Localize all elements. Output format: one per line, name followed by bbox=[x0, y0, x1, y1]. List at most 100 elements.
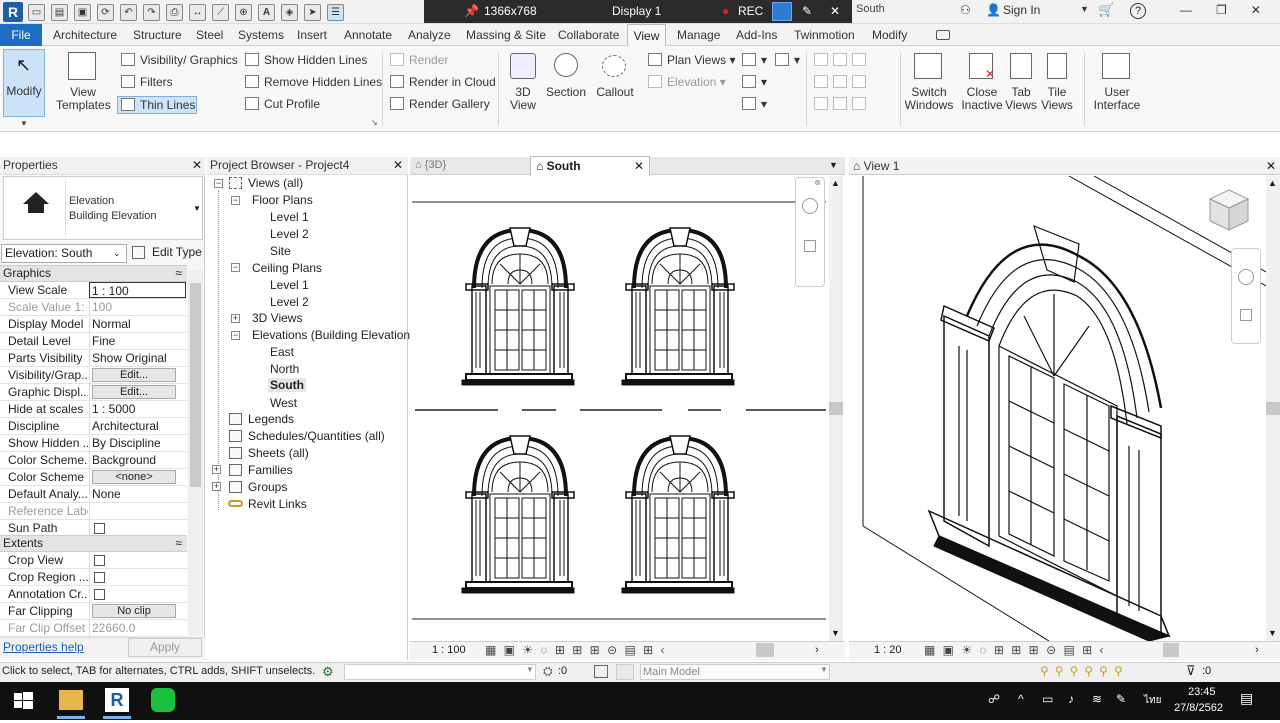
tab-modify[interactable]: Modify bbox=[872, 28, 907, 42]
property-edit-button[interactable]: Edit... bbox=[92, 385, 176, 399]
property-value[interactable]: Edit... bbox=[89, 384, 186, 400]
tab-3d[interactable]: ⌂ {3D} bbox=[415, 159, 446, 171]
tab-twinmotion[interactable]: Twinmotion bbox=[794, 28, 855, 42]
measure-icon[interactable]: ↔ bbox=[189, 3, 206, 21]
expand-families-icon[interactable]: + bbox=[212, 465, 221, 474]
binoculars-icon[interactable]: ⚇ bbox=[960, 3, 971, 17]
close-window-icon[interactable]: ✕ bbox=[1251, 3, 1261, 17]
view1-scale[interactable]: 1 : 20 bbox=[874, 644, 902, 656]
render-gallery-button[interactable]: Render Gallery bbox=[390, 97, 490, 111]
tree-sheets[interactable]: Sheets (all) bbox=[248, 446, 309, 460]
tab-architecture[interactable]: Architecture bbox=[53, 28, 117, 42]
dimension-icon[interactable]: ⟋ bbox=[212, 3, 229, 21]
tree-fp-site[interactable]: Site bbox=[270, 244, 291, 258]
restore-icon[interactable]: ❐ bbox=[1216, 3, 1227, 17]
tree-elev-south[interactable]: South bbox=[268, 378, 306, 392]
tree-floor-plans[interactable]: Floor Plans bbox=[252, 193, 313, 207]
property-value[interactable]: 1 : 100 bbox=[89, 282, 186, 298]
sign-in-link[interactable]: Sign In bbox=[1003, 3, 1040, 17]
tab-views-button[interactable]: Tab Views bbox=[1005, 86, 1037, 112]
tree-groups[interactable]: Groups bbox=[248, 480, 287, 494]
sign-in-dropdown-icon[interactable]: ▼ bbox=[1080, 4, 1089, 14]
tab-steel[interactable]: Steel bbox=[196, 28, 223, 42]
save-icon[interactable]: ▣ bbox=[74, 3, 91, 21]
cart-icon[interactable]: 🛒 bbox=[1098, 2, 1114, 18]
clock-time[interactable]: 23:45 bbox=[1188, 686, 1216, 698]
undo-icon[interactable]: ↶ bbox=[120, 3, 137, 21]
zoom-region-icon[interactable] bbox=[804, 240, 816, 252]
nav-close-icon[interactable]: ⊗ bbox=[814, 178, 821, 187]
south-hscroll-right-icon[interactable]: › bbox=[815, 644, 819, 656]
view-ref-button[interactable] bbox=[814, 97, 871, 111]
browser-close-icon[interactable]: ✕ bbox=[393, 158, 403, 172]
notification-icon[interactable]: ▤ bbox=[1240, 690, 1253, 707]
scroll-down-icon[interactable]: ▼ bbox=[831, 628, 840, 638]
tree-3d-views[interactable]: 3D Views bbox=[252, 311, 302, 325]
tray-chevron-icon[interactable]: ^ bbox=[1018, 692, 1024, 706]
ribbon-options-icon[interactable] bbox=[936, 30, 950, 40]
property-value[interactable]: Fine bbox=[89, 333, 186, 349]
property-value[interactable] bbox=[89, 520, 186, 536]
graphics-panel-launcher-icon[interactable]: ↘ bbox=[371, 118, 378, 127]
redo-icon[interactable]: ↷ bbox=[143, 3, 160, 21]
view1-controls-icons[interactable]: ▦ ▣ ☀ ◌ ⊞ ⊞ ⊞ ⊝ ▤ ⊞ ‹ bbox=[924, 643, 1106, 657]
schedules-button[interactable]: ▾ bbox=[775, 53, 800, 67]
main-model-select[interactable]: Main Model bbox=[640, 664, 830, 680]
start-button[interactable] bbox=[0, 682, 46, 720]
minimize-icon[interactable]: — bbox=[1180, 3, 1192, 17]
plan-views-button[interactable]: Plan Views ▾ bbox=[648, 53, 736, 67]
group-extents[interactable]: Extents ≈ bbox=[0, 535, 187, 552]
property-value[interactable]: Normal bbox=[89, 316, 186, 332]
design-options-icon[interactable] bbox=[594, 665, 608, 678]
property-value[interactable]: None bbox=[89, 486, 186, 502]
file-explorer-icon[interactable] bbox=[59, 690, 83, 710]
steering-wheel-right-icon[interactable] bbox=[1238, 269, 1254, 285]
instance-filter-select[interactable]: Elevation: South bbox=[1, 244, 127, 263]
rec-close-icon[interactable]: ✕ bbox=[830, 4, 840, 18]
south-view-controls-icons[interactable]: ▦ ▣ ☀ ◌ ⊞ ⊞ ⊞ ⊝ ▤ ⊞ ‹ bbox=[485, 643, 667, 657]
print-icon[interactable]: ⎙ bbox=[166, 3, 183, 21]
tree-revit-links[interactable]: Revit Links bbox=[248, 497, 307, 511]
wifi-icon[interactable]: ≋ bbox=[1092, 692, 1102, 706]
view1-close-icon[interactable]: ✕ bbox=[1266, 159, 1276, 173]
tree-legends[interactable]: Legends bbox=[248, 412, 294, 426]
group-graphics[interactable]: Graphics ≈ bbox=[0, 265, 187, 282]
3d-view-button[interactable]: 3D View bbox=[507, 86, 539, 112]
editing-requests-icon[interactable]: ⛭ bbox=[543, 664, 553, 679]
section-icon[interactable]: ➤ bbox=[304, 3, 321, 21]
tree-fp-level-1[interactable]: Level 1 bbox=[270, 210, 309, 224]
line-app-icon[interactable] bbox=[151, 688, 175, 712]
property-value[interactable]: Architectural bbox=[89, 418, 186, 434]
tree-views-all[interactable]: Views (all) bbox=[248, 176, 303, 190]
property-checkbox[interactable] bbox=[94, 555, 105, 566]
sheet-button[interactable] bbox=[814, 53, 871, 67]
south-scroll-thumb[interactable] bbox=[829, 402, 843, 415]
type-dropdown-icon[interactable]: ▼ bbox=[193, 204, 201, 213]
rec-display[interactable]: Display 1 bbox=[612, 4, 661, 18]
design-options-button[interactable] bbox=[616, 664, 634, 680]
new-icon[interactable]: ▭ bbox=[28, 3, 45, 21]
modify-dropdown-icon[interactable]: ▼ bbox=[20, 119, 28, 128]
property-checkbox[interactable] bbox=[94, 523, 105, 534]
tab-annotate[interactable]: Annotate bbox=[344, 28, 392, 42]
property-value[interactable]: 100 bbox=[89, 299, 186, 315]
filters-button[interactable]: Filters bbox=[121, 75, 173, 89]
edit-type-button[interactable]: Edit Type bbox=[152, 245, 202, 259]
viewcube[interactable] bbox=[1208, 188, 1250, 232]
apply-button[interactable]: Apply bbox=[128, 638, 202, 657]
expand-3d-views-icon[interactable]: + bbox=[231, 314, 240, 323]
view1-hscroll-right-icon[interactable]: › bbox=[1255, 644, 1259, 656]
people-icon[interactable]: ☍ bbox=[988, 692, 1000, 706]
revit-taskbar-icon[interactable]: R bbox=[105, 688, 129, 712]
selection-options-icons[interactable]: ⚲⚲⚲⚲⚲⚲ bbox=[1040, 664, 1129, 678]
sync-icon[interactable]: ⟳ bbox=[97, 3, 114, 21]
tab-massing-site[interactable]: Massing & Site bbox=[466, 28, 546, 42]
property-checkbox[interactable] bbox=[94, 572, 105, 583]
render-in-cloud-button[interactable]: Render in Cloud bbox=[390, 75, 496, 89]
tabs-menu-icon[interactable]: ▼ bbox=[829, 160, 838, 170]
property-value[interactable] bbox=[89, 569, 186, 585]
render-button[interactable]: Render bbox=[390, 53, 448, 67]
workset-dropdown-icon[interactable]: ▼ bbox=[526, 665, 534, 674]
tab-insert[interactable]: Insert bbox=[297, 28, 327, 42]
property-value[interactable] bbox=[89, 552, 186, 568]
